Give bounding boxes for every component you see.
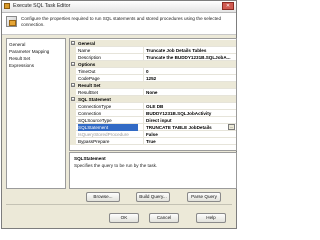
nav-item-general[interactable]: General	[9, 42, 25, 48]
property-name: IsQueryStoredProcedure	[78, 132, 129, 137]
row-gutter	[70, 89, 76, 96]
property-row-connection[interactable]: Connection BUDDY1231B.SQLJobActivity	[70, 110, 236, 117]
property-row-bypassprepare[interactable]: BypassPrepare True	[70, 138, 236, 145]
task-icon	[4, 3, 10, 9]
row-gutter	[70, 138, 76, 145]
description-text: Specifies the query to be run by the tas…	[74, 163, 158, 168]
property-name: SQLStatement	[78, 124, 138, 131]
property-value[interactable]: 1252	[143, 75, 235, 82]
nav-item-parameter-mapping[interactable]: Parameter Mapping	[9, 49, 49, 55]
property-name: SQLSourceType	[78, 118, 112, 123]
property-value[interactable]: None	[143, 89, 235, 96]
property-value[interactable]: OLE DB	[143, 103, 235, 110]
property-name: Description	[78, 55, 101, 60]
property-row-description[interactable]: Description Truncate the BUDDY1231B.SQLJ…	[70, 54, 236, 61]
category-label: Result Set	[78, 83, 101, 88]
category-label: General	[78, 41, 96, 46]
collapse-icon[interactable]: −	[71, 83, 75, 88]
cancel-button[interactable]: Cancel	[149, 213, 179, 223]
title-bar[interactable]: Execute SQL Task Editor ✕	[2, 1, 236, 13]
execute-sql-task-editor-dialog: Execute SQL Task Editor ✕ Configure the …	[1, 0, 237, 229]
property-row-name[interactable]: Name Truncate Job Details Tables	[70, 47, 236, 54]
property-value[interactable]: False	[143, 131, 235, 138]
help-button[interactable]: Help	[196, 213, 226, 223]
row-gutter	[70, 110, 76, 117]
property-value[interactable]: 0	[143, 68, 235, 75]
property-value[interactable]: Truncate the BUDDY1231B.SQLJobA...	[143, 54, 235, 61]
ellipsis-button[interactable]: ...	[228, 124, 235, 130]
close-icon[interactable]: ✕	[222, 2, 234, 10]
property-row-sqlsourcetype[interactable]: SQLSourceType Direct input	[70, 117, 236, 124]
collapse-icon[interactable]: −	[71, 97, 75, 102]
window-title: Execute SQL Task Editor	[13, 3, 71, 9]
category-label: SQL Statement	[78, 97, 111, 102]
property-row-sqlstatement[interactable]: SQLStatement TRUNCATE TABLE JobDetails .…	[70, 124, 236, 131]
property-name: Connection	[78, 111, 102, 116]
category-sql-statement[interactable]: − SQL Statement	[70, 96, 236, 103]
category-options[interactable]: − Options	[70, 61, 236, 68]
property-row-isquerystoredprocedure[interactable]: IsQueryStoredProcedure False	[70, 131, 236, 138]
row-gutter	[70, 54, 76, 61]
category-label: Options	[78, 62, 96, 67]
property-row-resultset[interactable]: ResultSet None	[70, 89, 236, 96]
property-name: CodePage	[78, 76, 100, 81]
property-value[interactable]: Direct input	[143, 117, 235, 124]
property-row-connectiontype[interactable]: ConnectionType OLE DB	[70, 103, 236, 110]
sql-task-icon	[6, 16, 17, 27]
property-name: BypassPrepare	[78, 139, 110, 144]
property-value[interactable]: BUDDY1231B.SQLJobActivity	[143, 110, 235, 117]
row-gutter	[70, 103, 76, 110]
row-gutter	[70, 124, 76, 131]
row-gutter	[70, 117, 76, 124]
category-result-set[interactable]: − Result Set	[70, 82, 236, 89]
header-description: Configure the properties required to run…	[21, 16, 222, 27]
property-description-panel: SQLStatement Specifies the query to be r…	[69, 152, 237, 189]
property-row-timeout[interactable]: TimeOut 0	[70, 68, 236, 75]
divider	[6, 204, 232, 205]
property-row-codepage[interactable]: CodePage 1252	[70, 75, 236, 82]
nav-item-result-set[interactable]: Result Set	[9, 56, 30, 62]
property-name: Name	[78, 48, 91, 53]
ok-button[interactable]: OK	[109, 213, 139, 223]
browse-button[interactable]: Browse...	[86, 192, 120, 202]
property-grid: − General Name Truncate Job Details Tabl…	[69, 38, 237, 151]
parse-query-button[interactable]: Parse Query	[187, 192, 221, 202]
build-query-button[interactable]: Build Query...	[136, 192, 170, 202]
category-general[interactable]: − General	[70, 40, 236, 47]
property-name: ConnectionType	[78, 104, 112, 109]
property-name: ResultSet	[78, 90, 98, 95]
collapse-icon[interactable]: −	[71, 62, 75, 67]
row-gutter	[70, 75, 76, 82]
row-gutter	[70, 131, 76, 138]
header-banner: Configure the properties required to run…	[2, 13, 236, 35]
collapse-icon[interactable]: −	[71, 41, 75, 46]
property-name: TimeOut	[78, 69, 96, 74]
property-value[interactable]: True	[143, 138, 235, 145]
row-gutter	[70, 47, 76, 54]
page-list: General Parameter Mapping Result Set Exp…	[6, 38, 66, 189]
property-value[interactable]: Truncate Job Details Tables	[143, 47, 235, 54]
nav-item-expressions[interactable]: Expressions	[9, 63, 34, 69]
row-gutter	[70, 68, 76, 75]
property-value[interactable]: TRUNCATE TABLE JobDetails	[143, 124, 235, 131]
description-title: SQLStatement	[74, 156, 106, 161]
